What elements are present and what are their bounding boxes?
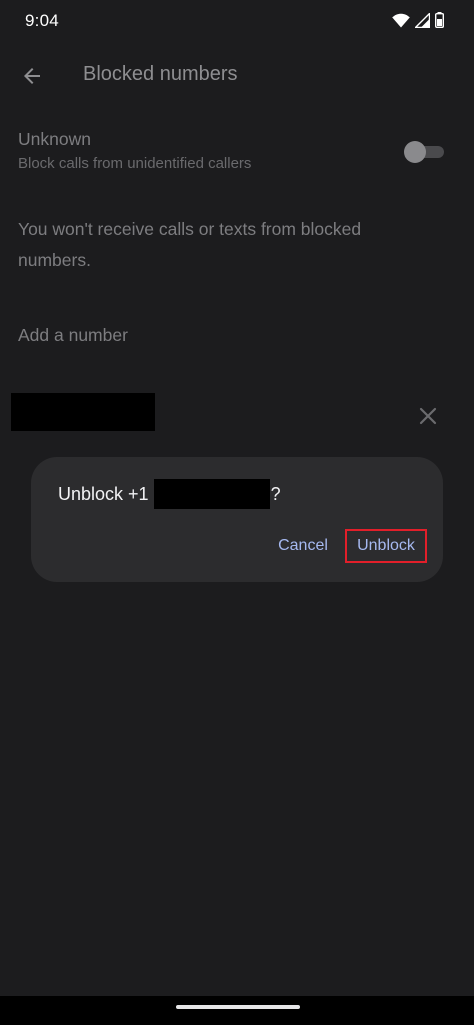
- dialog-title-suffix: ?: [270, 483, 281, 504]
- blocked-numbers-screen: Blocked numbers Unknown Block calls from…: [0, 42, 474, 1025]
- unblock-button[interactable]: Unblock: [345, 529, 427, 563]
- redacted-phone-number: [153, 479, 270, 509]
- dialog-title-prefix: Unblock +1: [58, 483, 149, 504]
- status-time: 9:04: [25, 11, 59, 30]
- unblock-dialog: Unblock +1 ? Cancel Unblock: [31, 457, 443, 582]
- status-bar: 9:04: [0, 0, 474, 42]
- cancel-button[interactable]: Cancel: [275, 528, 331, 564]
- status-icons: [392, 12, 444, 28]
- dialog-actions: Cancel Unblock: [275, 528, 427, 564]
- navigation-bar: [0, 996, 474, 1025]
- signal-icon: [415, 12, 430, 28]
- home-gesture-handle[interactable]: [176, 1005, 300, 1009]
- wifi-icon: [392, 13, 410, 27]
- dialog-title: Unblock +1 ?: [58, 479, 281, 509]
- battery-icon: [435, 12, 444, 28]
